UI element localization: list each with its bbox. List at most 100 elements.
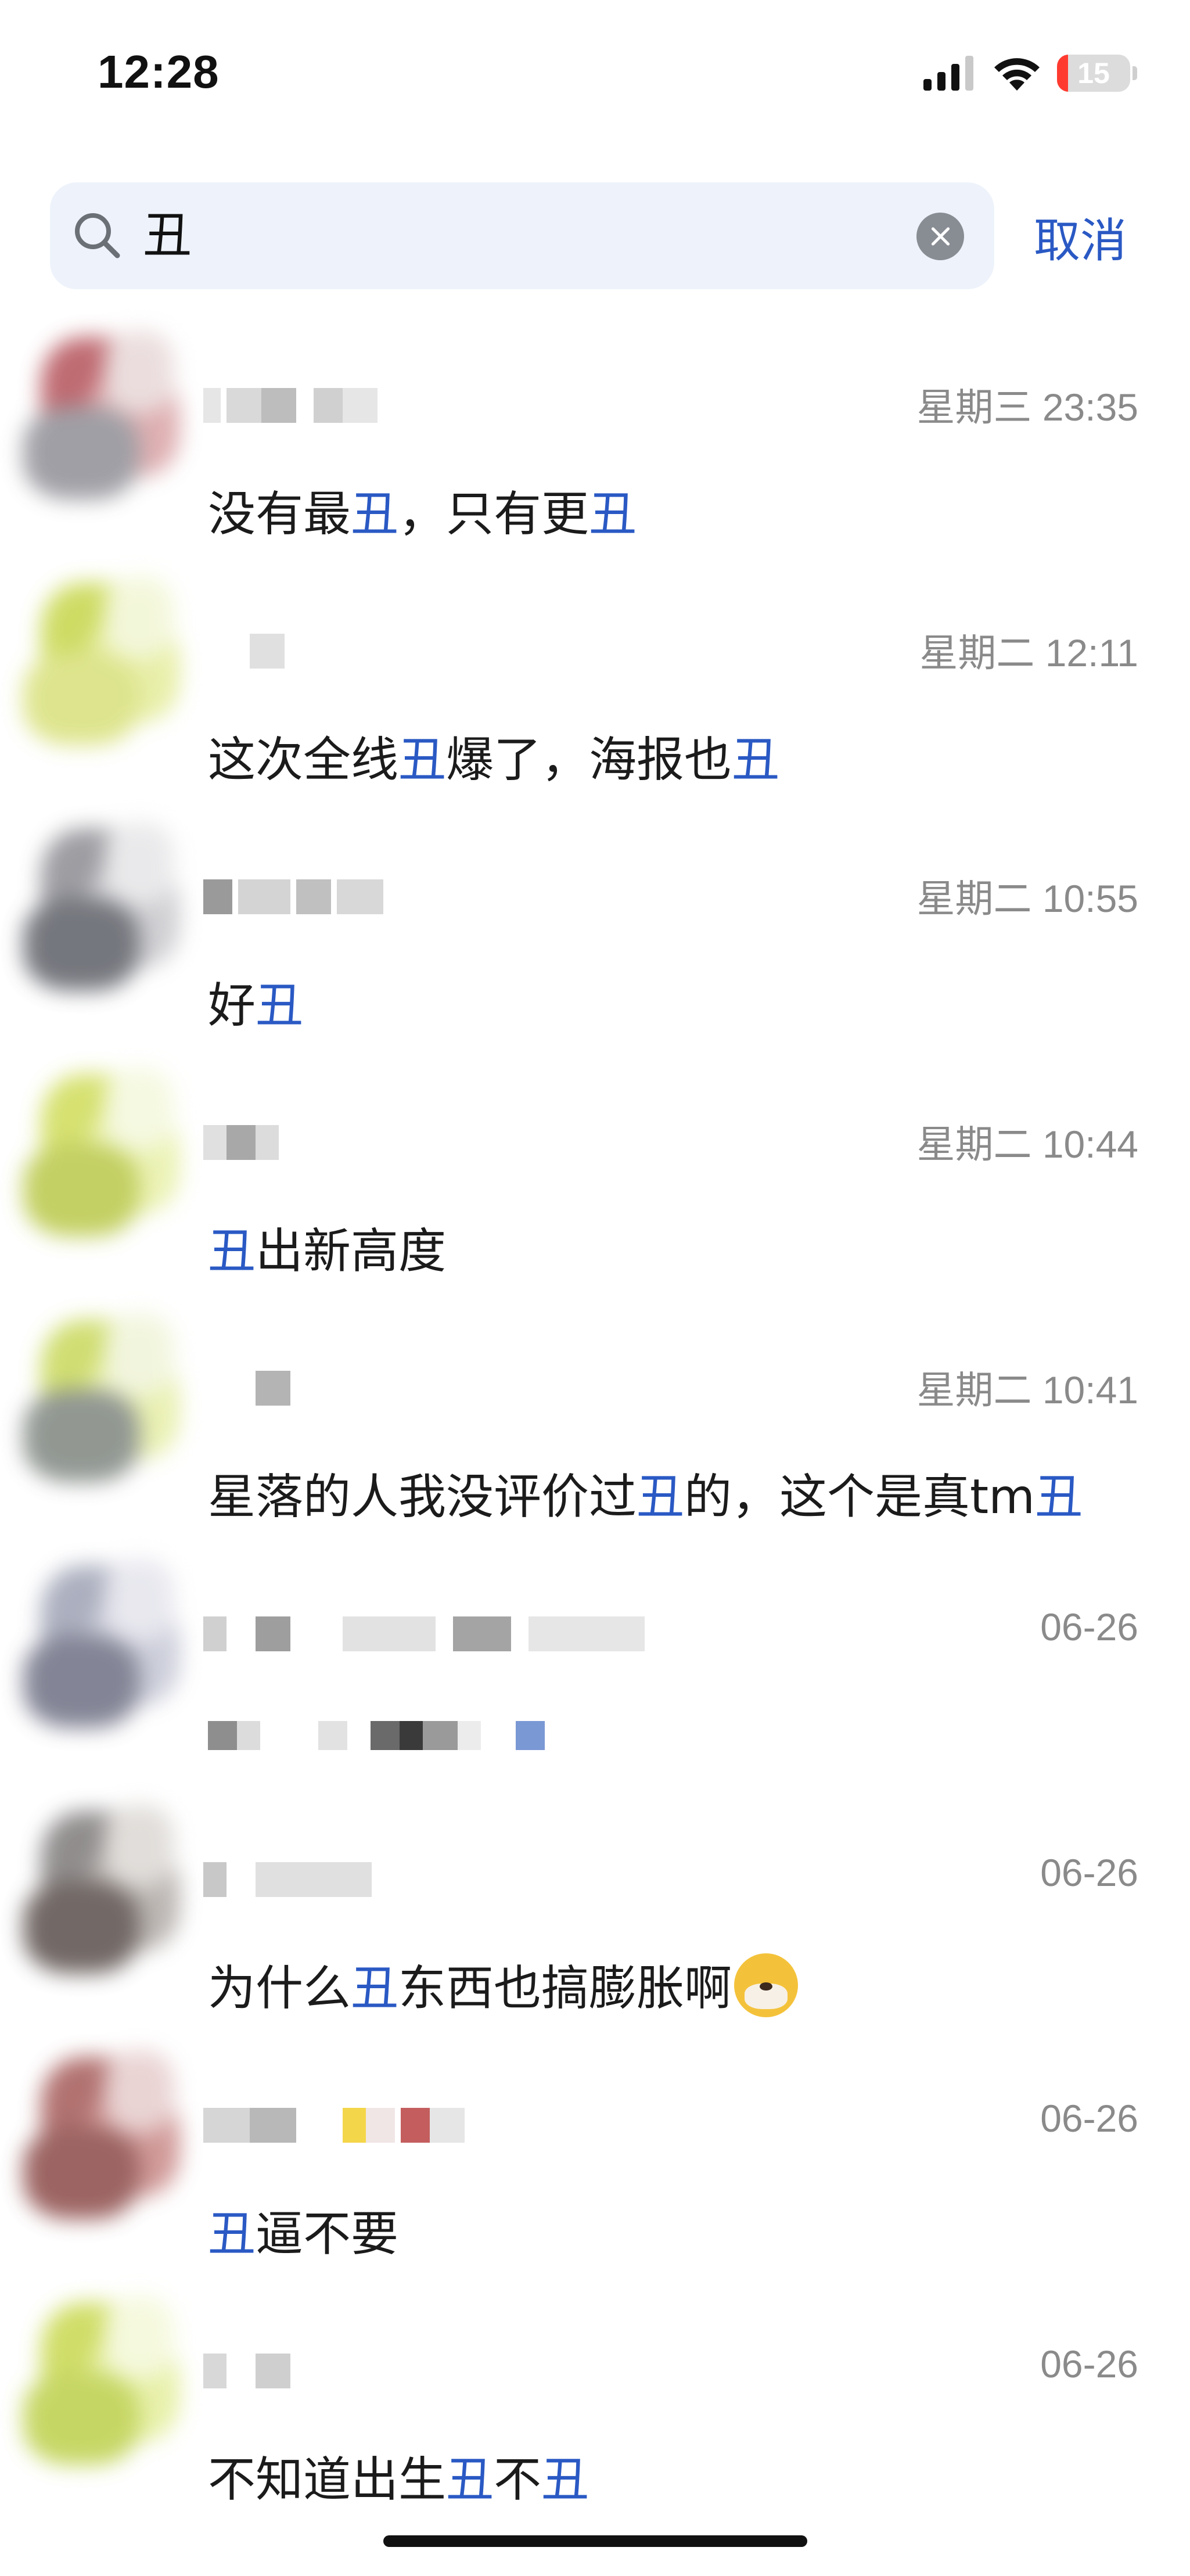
keyword-highlight: 丑: [351, 1961, 399, 2016]
avatar: [17, 571, 192, 763]
redaction-block: [256, 1862, 372, 1897]
message-preview: 为什么丑东西也搞膨胀啊: [208, 1949, 799, 2018]
status-time: 12:28: [98, 46, 220, 98]
avatar: [17, 2291, 192, 2482]
avatar-blob: [23, 898, 139, 991]
redaction-block: [203, 2108, 250, 2143]
keyword-highlight: 丑: [208, 1224, 256, 1279]
message-text: 没有最: [208, 487, 351, 542]
redaction-block: [203, 388, 221, 423]
redaction-block: [401, 2108, 430, 2143]
redaction-block: [337, 879, 383, 914]
redaction-block: [366, 2108, 395, 2143]
avatar-blob: [23, 2126, 139, 2219]
search-result-item[interactable]: 星期二 10:44 丑出新高度: [0, 1051, 1190, 1296]
avatar-blob: [105, 1560, 174, 1641]
avatar-blob: [105, 331, 174, 412]
dog-emoji-icon: [734, 1953, 799, 2017]
redaction-block: [203, 879, 232, 914]
avatar-blob: [23, 1635, 139, 1728]
message-preview: 这次全线丑爆了，海报也丑: [208, 721, 779, 790]
search-query: 丑: [143, 207, 192, 264]
redaction-block: [516, 1721, 545, 1750]
avatar: [17, 2045, 192, 2237]
keyword-highlight: 丑: [351, 487, 399, 542]
redaction-block: [256, 1616, 290, 1651]
avatar-blob: [23, 2372, 139, 2465]
redaction-block: [296, 879, 331, 914]
redaction-block: [250, 634, 285, 669]
avatar: [17, 1308, 192, 1500]
redaction-block: [256, 1125, 279, 1160]
redaction-block: [250, 2108, 296, 2143]
message-text: 星落的人我没评价过: [208, 1470, 637, 1525]
keyword-highlight: 丑: [208, 2207, 256, 2262]
search-result-item[interactable]: 星期二 10:41 星落的人我没评价过丑的，这个是真tm丑: [0, 1296, 1190, 1542]
avatar-blob: [105, 577, 174, 658]
keyword-highlight: 丑: [637, 1470, 685, 1525]
redaction-block: [203, 1862, 227, 1897]
avatar-blob: [23, 407, 139, 500]
redaction-block: [208, 1721, 237, 1750]
message-preview: 好丑: [208, 967, 303, 1036]
message-preview: 星落的人我没评价过丑的，这个是真tm丑: [208, 1458, 1083, 1527]
message-time: 06-26: [1040, 2343, 1138, 2385]
message-time: 星期二 12:11: [919, 631, 1138, 674]
search-result-item[interactable]: 星期三 23:35 没有最丑，只有更丑: [0, 314, 1190, 559]
keyword-highlight: 丑: [589, 487, 637, 542]
message-text: 这次全线: [208, 732, 399, 788]
message-preview: 没有最丑，只有更丑: [208, 475, 637, 544]
message-text: 东西也搞膨胀啊: [398, 1961, 732, 2016]
wifi-icon: [994, 58, 1040, 91]
avatar-blob: [105, 2297, 174, 2378]
clear-search-icon[interactable]: [916, 213, 964, 260]
redaction-block: [430, 2108, 465, 2143]
avatar-blob: [23, 1389, 139, 1482]
search-icon: [75, 213, 120, 258]
message-text: 好: [208, 978, 256, 1033]
keyword-highlight: 丑: [732, 732, 780, 788]
home-indicator: [383, 2535, 807, 2547]
avatar-blob: [105, 1314, 174, 1395]
search-result-item[interactable]: 06-26 丑逼不要: [0, 2034, 1190, 2279]
message-text: 逼不要: [256, 2207, 399, 2262]
message-text: 不: [494, 2452, 542, 2507]
cancel-button[interactable]: 取消: [1034, 203, 1127, 271]
battery-percent: 15: [1077, 57, 1110, 89]
search-result-item[interactable]: 星期二 10:55 好丑: [0, 805, 1190, 1051]
search-result-item[interactable]: 06-26: [0, 1542, 1190, 1788]
keyword-highlight: 丑: [446, 2452, 494, 2507]
message-time: 星期二 10:41: [916, 1368, 1139, 1411]
message-text: 不知道出生: [208, 2452, 447, 2507]
message-text: ，只有更: [398, 487, 589, 542]
search-result-item[interactable]: 06-26 不知道出生丑不丑: [0, 2279, 1190, 2525]
avatar-blob: [23, 1144, 139, 1237]
search-result-item[interactable]: 星期二 12:11 这次全线丑爆了，海报也丑: [0, 559, 1190, 805]
avatar-blob: [105, 822, 174, 904]
search-result-item[interactable]: 06-26 为什么丑东西也搞膨胀啊: [0, 1788, 1190, 2034]
message-time: 06-26: [1040, 1605, 1138, 1648]
search-input[interactable]: 丑: [50, 182, 994, 289]
status-bar: 12:28 15: [0, 0, 1190, 151]
message-time: 06-26: [1040, 1851, 1138, 1894]
message-text: 为什么: [208, 1961, 351, 2016]
avatar: [17, 1799, 192, 1991]
message-text: 出新高度: [256, 1224, 447, 1279]
redaction-block: [203, 1616, 227, 1651]
avatar-blob: [105, 2051, 174, 2132]
redaction-block: [453, 1616, 511, 1651]
redaction-block: [314, 388, 343, 423]
avatar: [17, 1062, 192, 1254]
message-time: 06-26: [1040, 2097, 1138, 2140]
redaction-block: [237, 1721, 260, 1750]
redaction-block: [371, 1721, 400, 1750]
avatar: [17, 1554, 192, 1745]
redaction-block: [261, 388, 296, 423]
message-text: 爆了，海报也: [446, 732, 732, 788]
redaction-block: [238, 879, 290, 914]
redaction-block: [343, 388, 378, 423]
redaction-block: [256, 1371, 290, 1406]
avatar-blob: [23, 1881, 139, 1974]
message-text: 的，这个是真tm: [684, 1470, 1036, 1525]
avatar: [17, 817, 192, 1008]
